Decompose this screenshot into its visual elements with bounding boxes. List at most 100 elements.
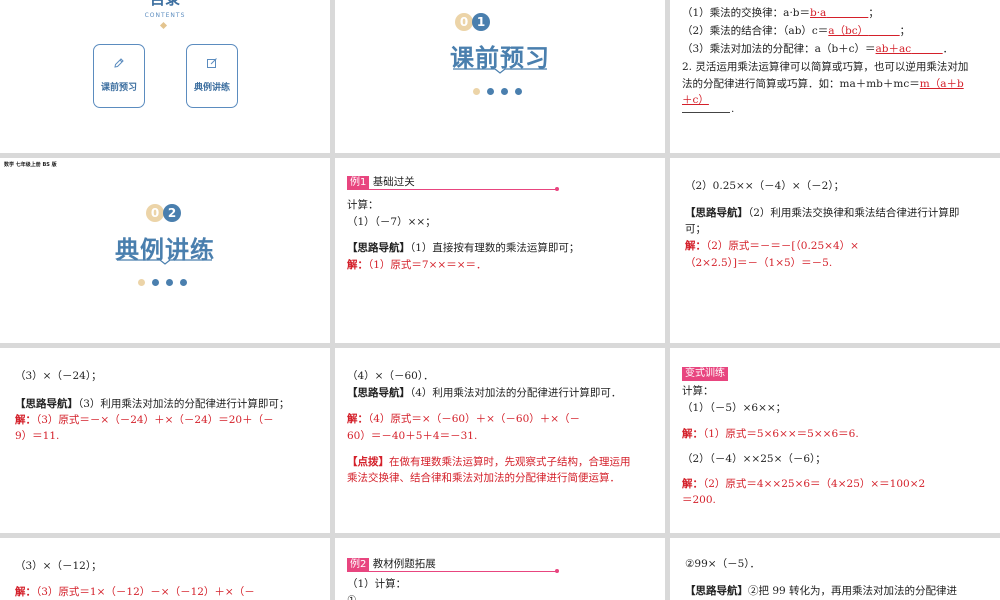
hint-label: 【思路导航】 <box>685 207 748 219</box>
heading-rule <box>347 571 557 572</box>
law-line-2: （2）乘法的结合律：（ab）c＝a（bc） ； <box>682 25 911 37</box>
practice-heading: 变式训练 <box>682 364 728 383</box>
deco-dot <box>138 279 145 286</box>
hint-text: （1）直接按有理数的乘法运算即可； <box>410 242 580 254</box>
solution-line-cont: ＝200. <box>682 494 716 506</box>
deco-dot <box>180 279 187 286</box>
answer-fill: a（bc） <box>828 25 869 37</box>
law-line-1: （1）乘法的交换律：a·b＝b·a ； <box>682 7 879 19</box>
hint-label: 【思路导航】 <box>15 398 78 410</box>
heading-rule-dot <box>555 569 559 573</box>
examples-nav-label: 典例讲练 <box>193 83 230 93</box>
hint-line: 【思路导航】（4）利用乘法对加法的分配律进行计算即可． <box>347 384 621 403</box>
preview-nav-button[interactable]: 课前预习 <box>93 44 145 108</box>
title-underline <box>453 68 547 74</box>
deco-dot <box>487 88 494 95</box>
hint-label: 【思路导航】 <box>347 387 410 399</box>
hint-text: （3）利用乘法对加法的分配律进行计算即可； <box>78 398 290 410</box>
solution-text: （4）原式＝×（－60）＋×（－60）＋×（－ <box>368 413 581 425</box>
practice-problem-2: （2）（－4）××25×（－6）； <box>682 453 826 465</box>
solution-label: 解： <box>685 240 706 252</box>
hint-text: ②把 99 转化为，再用乘法对加法的分配律进 <box>748 585 958 597</box>
title-underline <box>118 259 212 265</box>
hint-line: 【思路导航】②把 99 转化为，再用乘法对加法的分配律进 <box>685 582 957 600</box>
example-tag: 例2 <box>347 558 370 572</box>
slide-problem-2: （2）0.25××（－4）×（－2）； 【思路导航】（2）利用乘法交换律和乘法结… <box>670 158 1000 343</box>
blank-underline <box>682 112 730 113</box>
deco-dot <box>515 88 522 95</box>
answer-fill: m（a＋b <box>919 78 964 90</box>
solution-label: 解： <box>15 586 36 598</box>
contents-title: 目录 <box>0 0 330 9</box>
pencil-icon <box>114 58 124 68</box>
solution-line-cont: 9）＝11. <box>15 430 60 442</box>
deco-dot <box>166 279 173 286</box>
contents-subtitle: CONTENTS <box>144 12 186 19</box>
section-number-right: 1 <box>472 13 490 31</box>
hint-line: 【思路导航】（2）利用乘法交换律和乘法结合律进行计算即 <box>685 204 959 223</box>
law-text: （3）乘法对加法的分配律：a（b＋c）＝ <box>682 43 876 55</box>
slide-section-02: 数学 七年级上册 BS 版 0 2 典例讲练 <box>0 158 330 343</box>
law-line-6: ＋c） <box>682 94 709 106</box>
slide-problem-4: （4）×（－60）． 【思路导航】（4）利用乘法对加法的分配律进行计算即可． 解… <box>335 348 665 533</box>
slide-section-01: 0 1 课前预习 <box>335 0 665 153</box>
hint-label: 【思路导航】 <box>685 585 748 597</box>
diamond-icon <box>159 21 168 30</box>
slide-problem-3b: （3）×（－12）； 解：（3）原式＝1×（－12）－×（－12）＋×（－ <box>0 538 330 600</box>
problem-3b: （3）×（－12）； <box>15 560 102 572</box>
answer-fill: ab＋ac <box>875 43 912 55</box>
example-tag: 例1 <box>347 176 370 190</box>
deco-dot <box>501 88 508 95</box>
tip-label: 【点拨】 <box>347 456 389 468</box>
solution-line: 解：（2）原式＝4××25×6＝（4×25）×＝100×2 <box>682 475 925 494</box>
answer-fill: b·a <box>810 7 827 19</box>
slide-practice: 变式训练 计算： （1）（－5）×6××； 解：（1）原式＝5×6××＝5××6… <box>670 348 1000 533</box>
problem-99: ②99×（－5）． <box>685 558 761 570</box>
law-text: （2）乘法的结合律：（ab）c＝ <box>682 25 829 37</box>
solution-label: 解： <box>347 413 368 425</box>
period: . <box>731 103 735 115</box>
solution-text: （3）原式＝－×（－24）＋×（－24）＝20＋（－ <box>36 414 274 426</box>
slide-contents: 目录 CONTENTS 课前预习 典例讲练 <box>0 0 330 153</box>
deco-dot <box>152 279 159 286</box>
slide-problem-3: （3）×（－24）； 【思路导航】（3）利用乘法对加法的分配律进行计算即可； 解… <box>0 348 330 533</box>
solution-text: （2）原式＝4××25×6＝（4×25）×＝100×2 <box>703 478 926 490</box>
hint-text: （4）利用乘法对加法的分配律进行计算即可． <box>410 387 622 399</box>
solution-line: 解：（3）原式＝1×（－12）－×（－12）＋×（－ <box>15 583 255 600</box>
hint-text: （2）利用乘法交换律和乘法结合律进行计算即 <box>748 207 960 219</box>
slide-example-2: 例2 教材例题拓展 （1）计算： ① <box>335 538 665 600</box>
solution-text: （1）原式＝7××＝×＝． <box>368 259 487 271</box>
sub-problem: ① <box>347 594 357 600</box>
problem-3: （3）×（－24）； <box>15 370 102 382</box>
solution-label: 解： <box>15 414 36 426</box>
solution-text: （1）原式＝5×6××＝5××6＝6. <box>703 428 859 440</box>
practice-problem-1: （1）（－5）×6××； <box>682 402 787 414</box>
solution-line-cont: 60）＝－40＋5＋4＝－31. <box>347 430 478 442</box>
example-heading-text: 教材例题拓展 <box>372 558 436 570</box>
solution-line: 解：（1）原式＝7××＝×＝． <box>347 256 487 275</box>
slide-example-1: 例1 基础过关 计算： （1）（－7）××； 【思路导航】（1）直接按有理数的乘… <box>335 158 665 343</box>
hint-label: 【思路导航】 <box>347 242 410 254</box>
examples-nav-button[interactable]: 典例讲练 <box>186 44 238 108</box>
practice-tag: 变式训练 <box>682 367 728 381</box>
solution-line: 解：（1）原式＝5×6××＝5××6＝6. <box>682 425 859 444</box>
solution-label: 解： <box>682 478 703 490</box>
problem-1: （1）（－7）××； <box>347 216 436 228</box>
example-heading-text: 基础过关 <box>372 176 415 188</box>
tip-line-cont: 乘法交换律、结合律和乘法对加法的分配律进行简便运算． <box>347 472 620 484</box>
solution-label: 解： <box>682 428 703 440</box>
solution-line-cont: （2×2.5）]＝－（1×5）＝－5. <box>685 257 833 269</box>
law-line-3: （3）乘法对加法的分配律：a（b＋c）＝ab＋ac ． <box>682 43 954 55</box>
solution-label: 解： <box>347 259 368 271</box>
deco-dot <box>473 88 480 95</box>
edit-icon <box>207 58 217 68</box>
book-header: 数学 七年级上册 BS 版 <box>4 162 57 168</box>
law-text: （1）乘法的交换律：a·b＝ <box>682 7 810 19</box>
slide-laws: （1）乘法的交换律：a·b＝b·a ； （2）乘法的结合律：（ab）c＝a（bc… <box>670 0 1000 153</box>
law-text: 法的分配律进行简算或巧算．如：ma＋mb＋mc＝ <box>682 78 920 90</box>
section-number-right: 2 <box>163 204 181 222</box>
slide-problem-99: ②99×（－5）． 【思路导航】②把 99 转化为，再用乘法对加法的分配律进 <box>670 538 1000 600</box>
heading-rule <box>347 189 557 190</box>
tip-text: 在做有理数乘法运算时，先观察式子结构，合理运用 <box>389 456 631 468</box>
solution-text: （3）原式＝1×（－12）－×（－12）＋×（－ <box>36 586 255 598</box>
